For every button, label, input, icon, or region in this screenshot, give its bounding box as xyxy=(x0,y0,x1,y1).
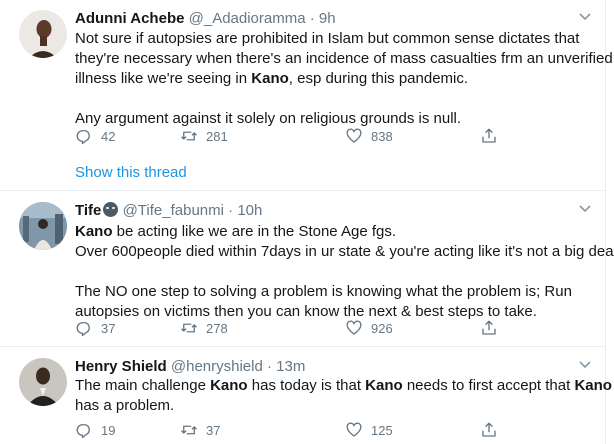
tweet-line: Over 600people died within 7days in ur s… xyxy=(75,243,614,260)
tweet-line: has a problem. xyxy=(75,397,175,414)
reply-count: 19 xyxy=(101,422,116,438)
retweet-count: 37 xyxy=(206,422,221,438)
display-name[interactable]: Tife xyxy=(75,202,101,219)
share-icon xyxy=(482,422,496,437)
timestamp[interactable]: 10h xyxy=(237,202,262,219)
tweet-text: The main challenge Kano has today is tha… xyxy=(75,376,612,416)
tweet-header: Adunni Achebe @_Adadioramma · 9h xyxy=(75,9,336,29)
like-count: 838 xyxy=(371,128,393,144)
separator-dot: · xyxy=(228,202,234,219)
tweet-line: illness like we're seeing in Kano, esp d… xyxy=(75,70,469,87)
keyword-kano: Kano xyxy=(365,377,403,394)
retweet-icon xyxy=(181,131,197,141)
user-handle[interactable]: @Tife_fabunmi xyxy=(123,202,224,219)
retweet-icon xyxy=(181,323,197,333)
keyword-kano: Kano xyxy=(574,377,612,394)
heart-icon xyxy=(346,422,362,437)
share-button[interactable] xyxy=(480,126,506,146)
chevron-down-icon[interactable] xyxy=(578,204,592,214)
tweet-header: Tife @Tife_fabunmi · 10h xyxy=(75,201,262,221)
share-button[interactable] xyxy=(480,420,506,440)
tweet-line xyxy=(75,89,595,109)
user-handle[interactable]: @_Adadioramma xyxy=(189,10,306,27)
display-name[interactable]: Henry Shield xyxy=(75,358,167,375)
share-icon xyxy=(482,320,496,335)
reply-button[interactable]: 19 xyxy=(75,420,115,440)
reply-count: 37 xyxy=(101,320,116,336)
avatar[interactable] xyxy=(19,202,67,250)
reply-count: 42 xyxy=(101,128,116,144)
share-button[interactable] xyxy=(480,318,506,338)
separator-dot: · xyxy=(309,10,315,27)
tweet-text: Kano be acting like we are in the Stone … xyxy=(75,222,614,322)
sunglasses-emoji-icon xyxy=(103,202,119,217)
tweet-actions: 42 281 838 xyxy=(75,126,535,146)
show-thread-link[interactable]: Show this thread xyxy=(75,163,187,183)
tweet-line: Kano be acting like we are in the Stone … xyxy=(75,223,397,240)
timestamp[interactable]: 13m xyxy=(276,358,305,375)
keyword-kano: Kano xyxy=(251,70,289,87)
tweet-actions: 37 278 926 xyxy=(75,318,535,338)
like-button[interactable]: 125 xyxy=(345,420,393,440)
retweet-button[interactable]: 278 xyxy=(180,318,228,338)
display-name[interactable]: Adunni Achebe xyxy=(75,10,184,27)
reply-icon xyxy=(76,130,90,145)
tweet-line xyxy=(75,262,595,282)
tweet-header: Henry Shield @henryshield · 13m xyxy=(75,357,305,377)
tweet-line: The NO one step to solving a problem is … xyxy=(75,283,572,300)
retweet-button[interactable]: 37 xyxy=(180,420,220,440)
tweet-actions: 19 37 125 xyxy=(75,420,535,440)
avatar[interactable] xyxy=(19,10,67,58)
share-icon xyxy=(482,128,496,143)
avatar[interactable] xyxy=(19,358,67,406)
tweet[interactable]: Tife @Tife_fabunmi · 10h Kano be acting … xyxy=(0,192,614,347)
chevron-down-icon[interactable] xyxy=(578,12,592,22)
keyword-kano: Kano xyxy=(210,377,248,394)
like-count: 926 xyxy=(371,320,393,336)
heart-icon xyxy=(346,128,362,143)
reply-button[interactable]: 42 xyxy=(75,126,115,146)
reply-button[interactable]: 37 xyxy=(75,318,115,338)
retweet-count: 281 xyxy=(206,128,228,144)
like-count: 125 xyxy=(371,422,393,438)
tweet-line: The main challenge Kano has today is tha… xyxy=(75,377,612,394)
retweet-icon xyxy=(181,425,197,435)
tweet[interactable]: Adunni Achebe @_Adadioramma · 9h Not sur… xyxy=(0,0,613,191)
user-handle[interactable]: @henryshield xyxy=(171,358,263,375)
timestamp[interactable]: 9h xyxy=(319,10,336,27)
tweet[interactable]: Henry Shield @henryshield · 13m The main… xyxy=(0,348,612,444)
retweet-count: 278 xyxy=(206,320,228,336)
chevron-down-icon[interactable] xyxy=(578,360,592,370)
like-button[interactable]: 838 xyxy=(345,126,393,146)
separator-dot: · xyxy=(267,358,272,375)
like-button[interactable]: 926 xyxy=(345,318,393,338)
tweet-line: Not sure if autopsies are prohibited in … xyxy=(75,30,580,47)
retweet-button[interactable]: 281 xyxy=(180,126,228,146)
reply-icon xyxy=(76,322,90,337)
reply-icon xyxy=(76,424,90,439)
heart-icon xyxy=(346,320,362,335)
keyword-kano: Kano xyxy=(75,223,113,240)
tweet-feed: Adunni Achebe @_Adadioramma · 9h Not sur… xyxy=(0,0,614,444)
tweet-line: they're necessary when there's an incide… xyxy=(75,50,613,67)
tweet-text: Not sure if autopsies are prohibited in … xyxy=(75,29,613,129)
